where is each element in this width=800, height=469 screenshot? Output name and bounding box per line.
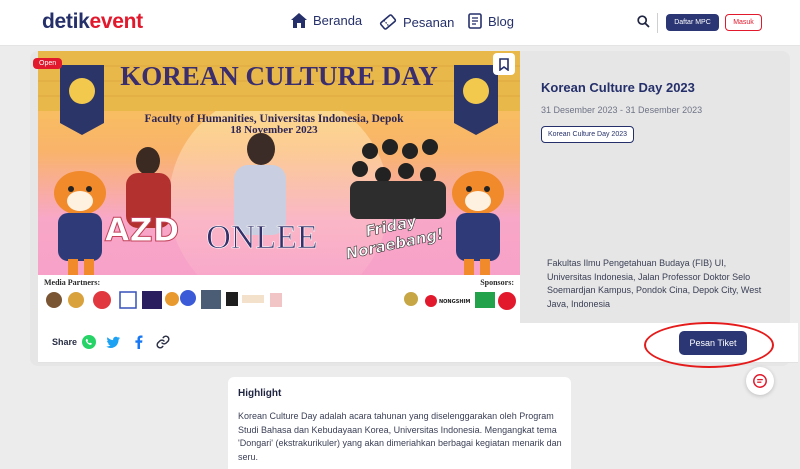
- highlight-title: Highlight: [238, 388, 282, 399]
- nav-beranda[interactable]: Beranda: [291, 13, 362, 28]
- nav-blog-label: Blog: [488, 13, 515, 29]
- event-title: Korean Culture Day 2023: [541, 80, 695, 95]
- pesan-tiket-button[interactable]: Pesan Tiket: [679, 331, 747, 355]
- chat-support-button[interactable]: [746, 367, 774, 395]
- detikevent-logo[interactable]: detikevent: [42, 10, 143, 34]
- header-divider: [657, 13, 658, 33]
- facebook-icon: [135, 335, 143, 349]
- bookmark-icon: [499, 57, 509, 71]
- home-icon: [291, 13, 307, 28]
- link-icon: [156, 335, 170, 349]
- banner-artwork: KOREAN CULTURE DAY Faculty of Humanities…: [38, 51, 520, 323]
- sponsor-nongshim-text: NONGSHIM: [439, 299, 470, 305]
- event-address: Fakultas Ilmu Pengetahuan Budaya (FIB) U…: [547, 258, 762, 309]
- daftar-mpc-button[interactable]: Daftar MPC: [666, 14, 719, 31]
- status-badge: Open: [33, 58, 63, 69]
- nav-beranda-label: Beranda: [313, 13, 363, 28]
- media-partners-label: Media Partners:: [44, 278, 100, 287]
- logo-text-event: event: [89, 10, 144, 33]
- sponsors-label: Sponsors:: [480, 278, 514, 287]
- top-header: detikevent Beranda Pesanan Blog Daftar M…: [0, 0, 800, 46]
- search-icon: [637, 15, 650, 28]
- highlight-body: Korean Culture Day adalah acara tahunan …: [238, 411, 562, 462]
- performer-onlee: ONLEE: [206, 219, 317, 256]
- ticket-icon: [379, 14, 397, 30]
- document-icon: [468, 13, 482, 29]
- banner-headline: KOREAN CULTURE DAY: [120, 61, 438, 91]
- masuk-button[interactable]: Masuk: [725, 14, 762, 31]
- event-tag-chip[interactable]: Korean Culture Day 2023: [541, 126, 634, 143]
- share-facebook-button[interactable]: [131, 334, 147, 350]
- share-copy-link-button[interactable]: [155, 334, 171, 350]
- whatsapp-icon: [82, 335, 96, 349]
- banner-date: 18 November 2023: [230, 124, 318, 136]
- bookmark-button[interactable]: [493, 53, 515, 75]
- nav-pesanan-label: Pesanan: [403, 14, 455, 30]
- share-twitter-button[interactable]: [105, 334, 121, 350]
- share-whatsapp-button[interactable]: [81, 334, 97, 350]
- performer-azd: AZD: [105, 211, 180, 249]
- twitter-icon: [106, 336, 120, 348]
- chat-icon: [753, 374, 767, 388]
- event-date: 31 Desember 2023 - 31 Desember 2023: [541, 105, 703, 115]
- share-label: Share: [52, 337, 78, 347]
- event-banner-image: KOREAN CULTURE DAY Faculty of Humanities…: [38, 51, 520, 323]
- nav-pesanan[interactable]: Pesanan: [379, 13, 454, 31]
- search-button[interactable]: [637, 15, 650, 33]
- nav-blog[interactable]: Blog: [468, 13, 514, 29]
- logo-text-detik: detik: [42, 10, 90, 33]
